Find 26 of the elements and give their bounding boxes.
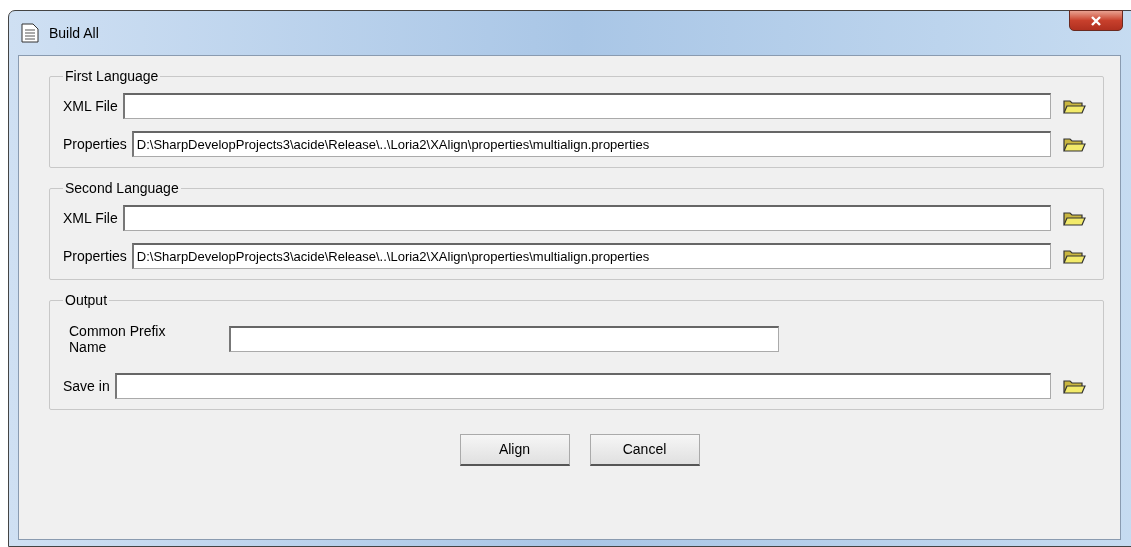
group-title: Second Language [64,179,180,198]
group-title: First Language [64,67,160,86]
text-field[interactable]: D:\SharpDevelopProjects3\acide\Release\..\Loria2\XAlign\properties\multialign.properties [131,243,1051,269]
folder-icon[interactable] [1062,377,1086,395]
text-field[interactable] [122,93,1051,119]
field-label: Properties [63,246,128,266]
dialog-button[interactable]: Align [459,434,570,466]
field-label: XML File [63,96,119,116]
folder-icon[interactable] [1062,209,1086,227]
dialog-button[interactable]: Cancel [589,434,700,466]
text-field[interactable] [122,205,1051,231]
folder-icon[interactable] [1062,135,1086,153]
text-field[interactable] [114,373,1051,399]
field-label: XML File [63,208,119,228]
group-title: Output [64,291,109,310]
field-label: Common Prefix Name [69,323,167,355]
text-field[interactable]: D:\SharpDevelopProjects3\acide\Release\..\Loria2\XAlign\properties\multialign.properties [131,131,1051,157]
close-button[interactable] [1069,10,1123,31]
close-icon [1090,15,1102,26]
field-label: Properties [63,134,128,154]
folder-icon[interactable] [1062,247,1086,265]
document-icon [21,23,39,43]
folder-icon[interactable] [1062,97,1086,115]
window-title: Build All [49,23,99,43]
text-field[interactable] [229,326,779,352]
field-label: Save in [63,376,111,396]
